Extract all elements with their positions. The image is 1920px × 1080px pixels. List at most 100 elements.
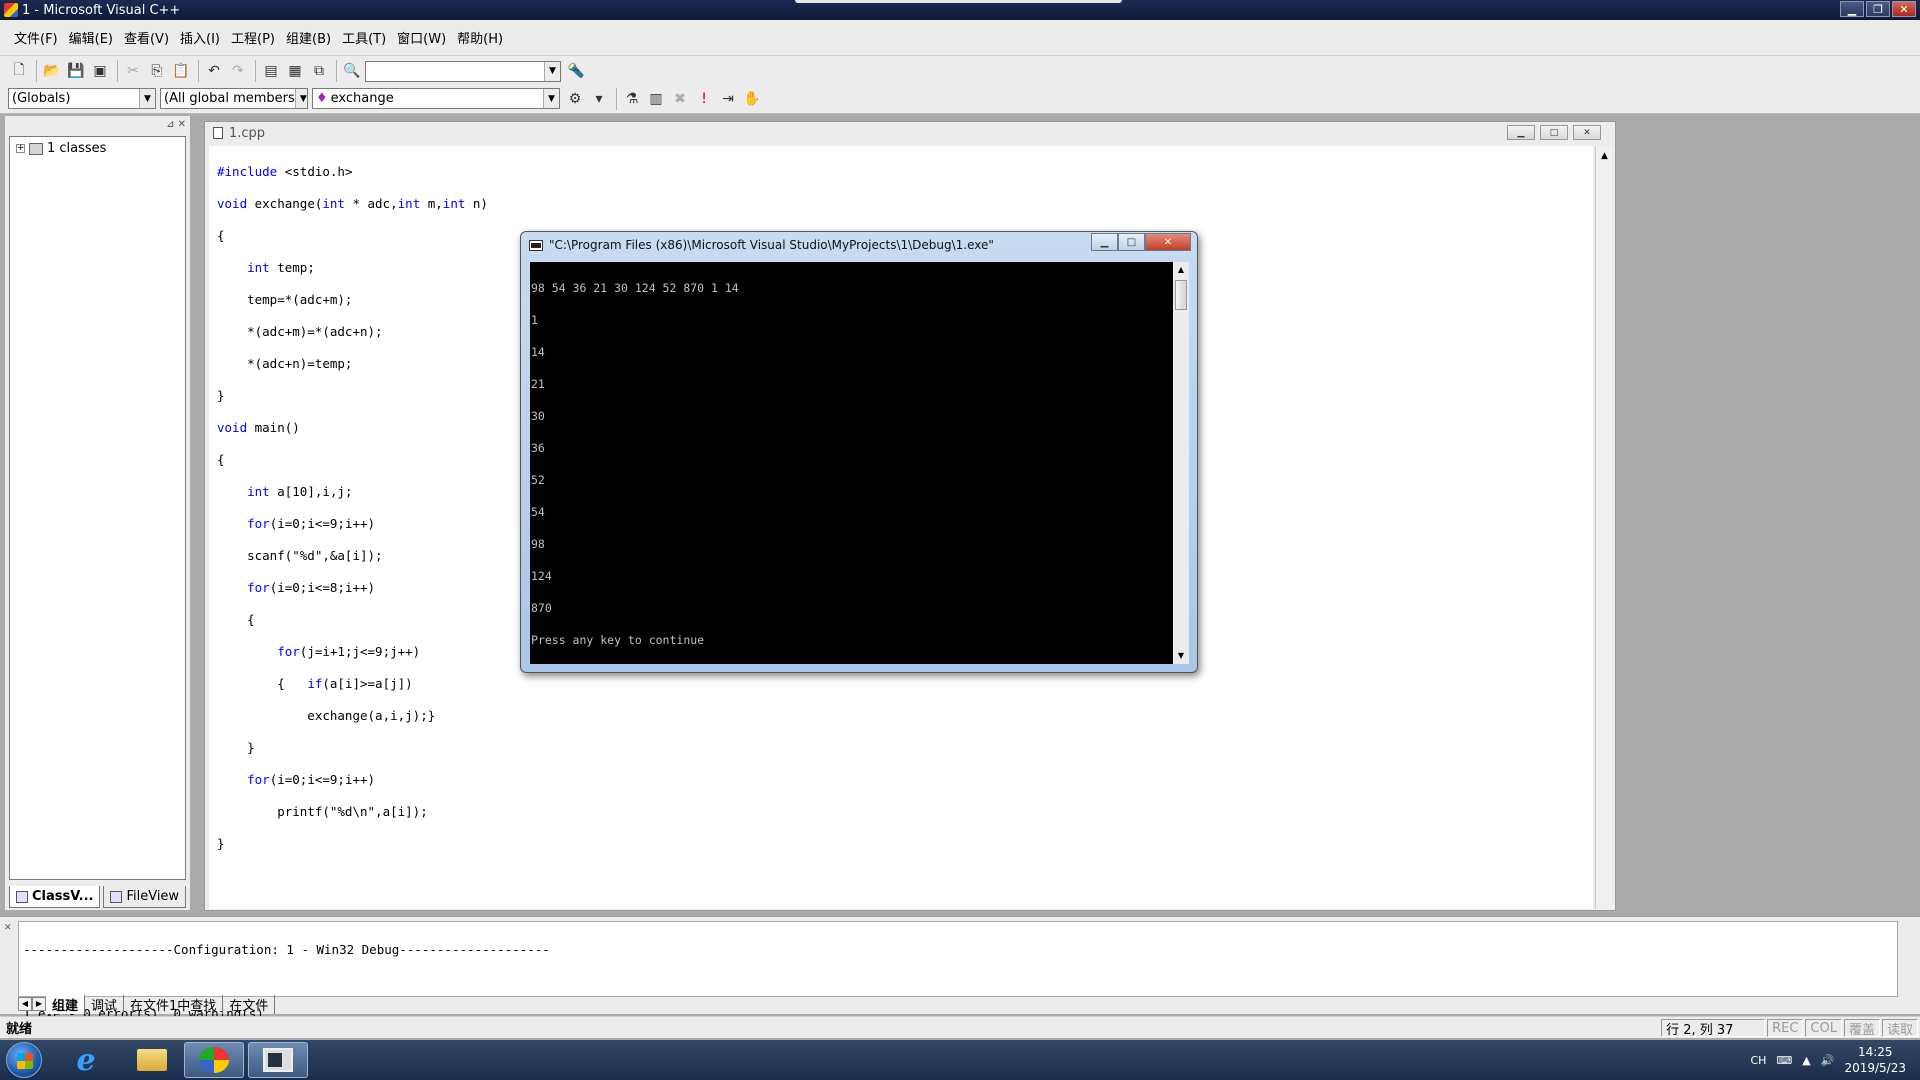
chevron-down-icon[interactable]: ▼ xyxy=(294,89,307,108)
console-minimize-button[interactable]: ▁ xyxy=(1091,233,1118,251)
chevron-down-icon[interactable]: ▼ xyxy=(139,89,155,108)
workspace-pane: ⊿ ✕ + 1 classes ClassV... FileView xyxy=(5,116,190,910)
save-all-icon[interactable]: ▣ xyxy=(89,60,111,82)
save-icon[interactable]: 💾 xyxy=(65,60,87,82)
output-window-icon[interactable]: ▦ xyxy=(284,60,306,82)
chevron-down-icon[interactable]: ▼ xyxy=(544,61,560,81)
function-combo-value: exchange xyxy=(330,91,394,106)
menu-help[interactable]: 帮助(H) xyxy=(453,28,507,47)
menu-view[interactable]: 查看(V) xyxy=(120,28,173,47)
tab-classview[interactable]: ClassV... xyxy=(9,886,101,908)
restore-button[interactable]: ❐ xyxy=(1866,1,1890,17)
editor-minimize-button[interactable]: ▁ xyxy=(1507,125,1535,140)
console-line: 14 xyxy=(531,345,545,359)
tab-debug[interactable]: 调试 xyxy=(85,994,125,1014)
new-file-icon[interactable]: 🗋 xyxy=(8,60,30,82)
app-icon[interactable] xyxy=(4,3,18,17)
toolbar-separator xyxy=(36,60,37,82)
function-combo[interactable]: ♦ exchange ▼ xyxy=(312,88,560,109)
menu-tools[interactable]: 工具(T) xyxy=(338,28,390,47)
fileview-icon xyxy=(110,890,123,903)
keyboard-icon[interactable]: ⌨ xyxy=(1776,1054,1792,1067)
classview-icon xyxy=(16,890,28,903)
code-line: #include <stdio.h> xyxy=(217,164,353,179)
paste-icon[interactable]: 📋 xyxy=(170,60,192,82)
console-app-icon xyxy=(263,1048,293,1072)
console-line: 30 xyxy=(531,409,545,423)
redo-icon[interactable]: ↷ xyxy=(227,60,249,82)
console-line: 124 xyxy=(531,569,552,583)
volume-icon[interactable]: 🔊 xyxy=(1821,1054,1835,1067)
tab-scroll-left-icon[interactable]: ◀ xyxy=(18,997,32,1011)
editor-close-button[interactable]: ✕ xyxy=(1573,125,1601,140)
undo-icon[interactable]: ↶ xyxy=(203,60,225,82)
members-combo[interactable]: (All global members ▼ xyxy=(160,88,308,109)
ime-indicator[interactable]: CH xyxy=(1750,1054,1766,1067)
code-line: exchange(a,i,j);} xyxy=(217,708,436,723)
taskbar-visual-cpp[interactable] xyxy=(184,1042,244,1078)
console-line: 98 54 36 21 30 124 52 870 1 14 xyxy=(531,281,739,295)
taskbar-console[interactable] xyxy=(248,1042,308,1078)
scope-combo-value: (Globals) xyxy=(12,91,71,106)
step-into-icon[interactable]: ⇥ xyxy=(717,88,739,110)
scroll-up-icon[interactable]: ▲ xyxy=(1597,148,1613,164)
clock-time: 14:25 xyxy=(1857,1045,1893,1059)
toolbar-separator xyxy=(336,60,337,82)
tab-fileview[interactable]: FileView xyxy=(103,886,187,908)
build-icon[interactable]: ▥ xyxy=(645,88,667,110)
minimize-button[interactable]: ▁ xyxy=(1840,1,1864,17)
workspace-icon[interactable]: ▤ xyxy=(260,60,282,82)
copy-icon[interactable]: ⎘ xyxy=(146,60,168,82)
wizard-dropdown-icon[interactable]: ▾ xyxy=(588,88,610,110)
console-output[interactable]: 98 54 36 21 30 124 52 870 1 14 1 14 21 3… xyxy=(530,262,1173,664)
editor-maximize-button[interactable]: □ xyxy=(1540,125,1568,140)
menu-window[interactable]: 窗口(W) xyxy=(393,28,450,47)
taskbar-explorer[interactable] xyxy=(122,1042,182,1078)
console-title-bar: "C:\Program Files (x86)\Microsoft Visual… xyxy=(529,238,994,252)
close-button[interactable]: ✕ xyxy=(1892,1,1916,17)
scroll-down-icon[interactable]: ▼ xyxy=(1173,648,1189,664)
menu-insert[interactable]: 插入(I) xyxy=(176,28,224,47)
editor-scrollbar[interactable]: ▲ xyxy=(1595,146,1613,909)
tray-expand-icon[interactable]: ▲ xyxy=(1802,1054,1810,1067)
editor-window-controls: ▁ □ ✕ xyxy=(1507,125,1601,140)
ie-icon: e xyxy=(76,1042,96,1078)
status-cells: 行 2, 列 37 REC COL 覆盖 读取 xyxy=(1661,1019,1920,1038)
scroll-thumb[interactable] xyxy=(1175,280,1187,310)
start-button[interactable] xyxy=(6,1042,42,1078)
tree-item-classes[interactable]: + 1 classes xyxy=(16,141,179,156)
open-folder-icon[interactable]: 📂 xyxy=(41,60,63,82)
execute-icon[interactable]: ! xyxy=(693,88,715,110)
console-line: 36 xyxy=(531,441,545,455)
scope-combo[interactable]: (Globals) ▼ xyxy=(8,88,156,109)
chevron-down-icon[interactable]: ▼ xyxy=(543,89,559,108)
menu-edit[interactable]: 编辑(E) xyxy=(65,28,117,47)
find-icon[interactable]: 🔦 xyxy=(565,60,587,82)
cut-icon[interactable]: ✂ xyxy=(122,60,144,82)
menu-file[interactable]: 文件(F) xyxy=(10,28,62,47)
tab-find-in-files-2[interactable]: 在文件 xyxy=(223,994,276,1014)
build-output[interactable]: --------------------Configuration: 1 - W… xyxy=(18,921,1898,1021)
menu-build[interactable]: 组建(B) xyxy=(282,28,335,47)
find-combo[interactable]: ▼ xyxy=(365,60,561,82)
breakpoint-hand-icon[interactable]: ✋ xyxy=(741,88,763,110)
tab-find-in-files-1[interactable]: 在文件1中查找 xyxy=(124,994,224,1014)
menu-project[interactable]: 工程(P) xyxy=(227,28,279,47)
console-scrollbar[interactable]: ▲ ▼ xyxy=(1173,262,1189,664)
stop-build-icon[interactable]: ✖ xyxy=(669,88,691,110)
scroll-up-icon[interactable]: ▲ xyxy=(1173,262,1189,278)
compile-icon[interactable]: ⚗ xyxy=(621,88,643,110)
pane-close-icon[interactable]: ✕ xyxy=(4,923,12,933)
console-close-button[interactable]: ✕ xyxy=(1145,233,1191,251)
clock[interactable]: 14:25 2019/5/23 xyxy=(1844,1044,1906,1076)
taskbar-ie[interactable]: e xyxy=(56,1042,116,1078)
wizard-action-icon[interactable]: ⚙ xyxy=(564,88,586,110)
tab-build[interactable]: 组建 xyxy=(46,994,86,1014)
find-in-files-icon[interactable]: 🔍 xyxy=(341,60,363,82)
console-maximize-button[interactable]: □ xyxy=(1118,233,1145,251)
pane-controls[interactable]: ⊿ ✕ xyxy=(166,119,186,130)
tab-scroll-right-icon[interactable]: ▶ xyxy=(32,997,46,1011)
console-icon[interactable] xyxy=(529,239,543,251)
window-list-icon[interactable]: ⧉ xyxy=(308,60,330,82)
expand-icon[interactable]: + xyxy=(16,144,25,153)
